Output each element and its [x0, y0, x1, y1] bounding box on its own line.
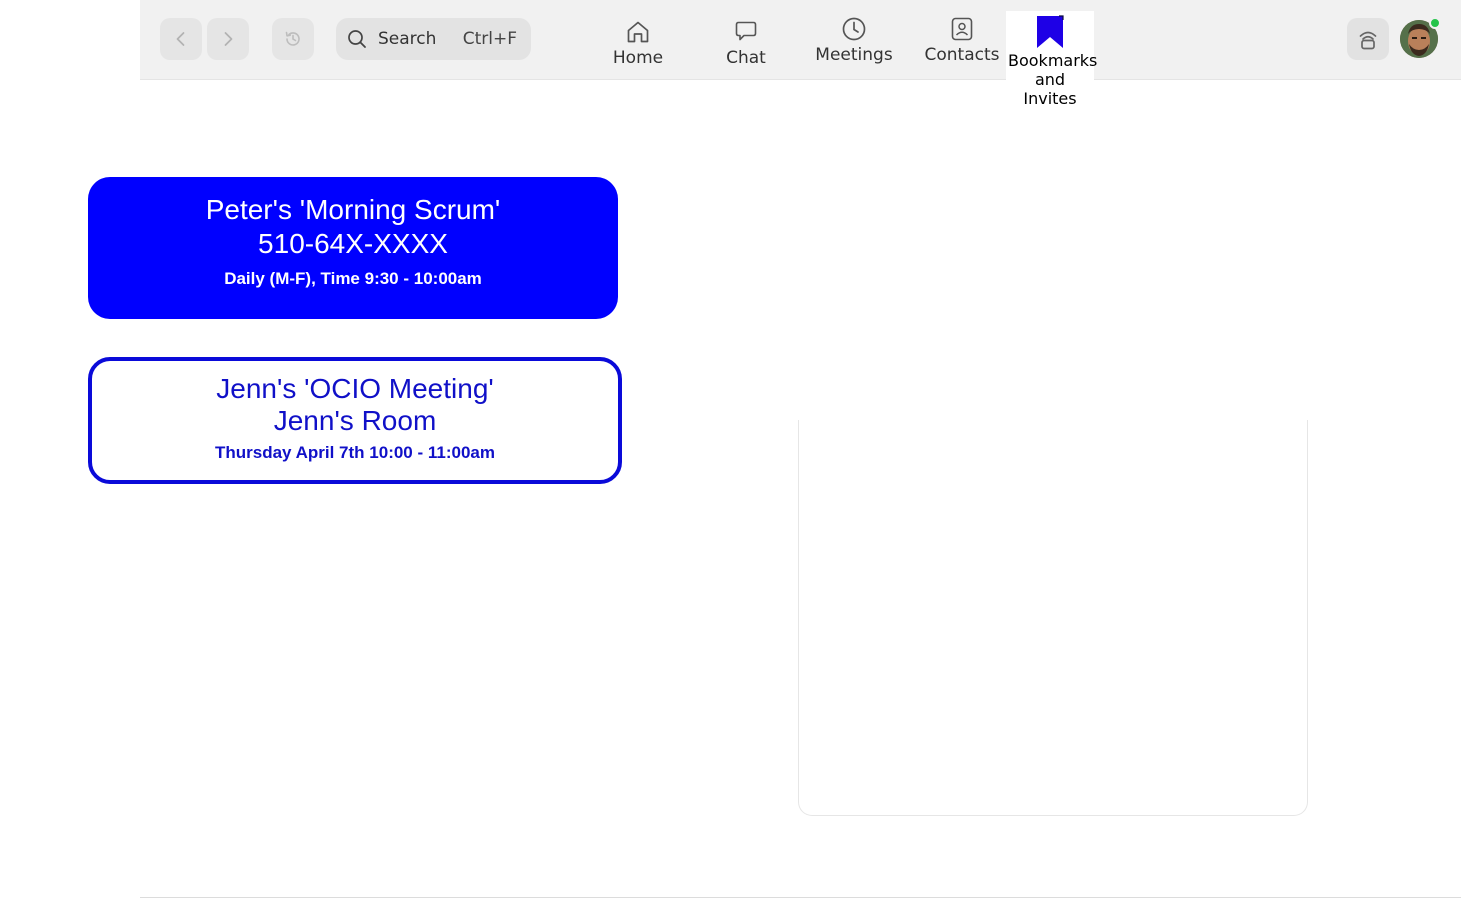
bottom-divider: [140, 897, 1461, 898]
bookmark-card-morning-scrum[interactable]: Peter's 'Morning Scrum' 510-64X-XXXX Dai…: [88, 177, 618, 319]
contacts-icon: [951, 17, 973, 41]
presence-indicator: [1429, 17, 1441, 29]
card-title: Peter's 'Morning Scrum': [205, 194, 501, 225]
tab-bookmarks-and-invites[interactable]: Bookmarks and Invites: [1006, 11, 1098, 110]
tab-home-label: Home: [612, 48, 664, 68]
empty-content-panel: [798, 420, 1308, 816]
tab-chat[interactable]: Chat: [696, 18, 796, 68]
forward-button[interactable]: [207, 18, 249, 60]
card-subtitle: 510-64X-XXXX: [258, 228, 448, 259]
tab-bookmarks-label-line2: and: [1034, 70, 1066, 89]
search-shortcut: Ctrl+F: [462, 29, 517, 49]
history-button[interactable]: [272, 18, 314, 60]
back-button[interactable]: [160, 18, 202, 60]
tab-meetings[interactable]: Meetings: [804, 15, 904, 65]
tab-home[interactable]: Home: [588, 18, 688, 68]
chevron-left-icon: [176, 32, 185, 46]
tab-chat-label: Chat: [726, 48, 766, 68]
tab-bookmarks-label-line3: Invites: [1023, 89, 1077, 108]
card-schedule: Daily (M-F), Time 9:30 - 10:00am: [224, 269, 482, 288]
chat-icon: [735, 21, 757, 41]
chevron-right-icon: [224, 32, 233, 46]
search-label: Search: [378, 29, 437, 49]
search-icon: [348, 30, 366, 48]
tab-bookmarks-label-line1: Bookmarks: [1008, 51, 1098, 70]
phone-status-icon: [1359, 31, 1377, 50]
bookmark-card-ocio-meeting[interactable]: Jenn's 'OCIO Meeting' Jenn's Room Thursd…: [88, 357, 622, 484]
top-navigation-bar: Search Ctrl+F Home Chat Meetings Contact…: [140, 0, 1461, 110]
card-title: Jenn's 'OCIO Meeting': [216, 373, 494, 404]
search-box[interactable]: Search Ctrl+F: [336, 18, 531, 60]
tab-contacts-label: Contacts: [924, 45, 1000, 65]
bookmark-icon: [1037, 15, 1064, 48]
tab-contacts[interactable]: Contacts: [912, 15, 1012, 65]
history-icon: [285, 31, 300, 46]
tab-meetings-label: Meetings: [815, 45, 893, 65]
phone-status-button[interactable]: [1347, 18, 1389, 60]
card-schedule: Thursday April 7th 10:00 - 11:00am: [215, 443, 495, 462]
card-subtitle: Jenn's Room: [273, 405, 437, 436]
clock-icon: [842, 17, 866, 41]
home-icon: [627, 21, 649, 43]
